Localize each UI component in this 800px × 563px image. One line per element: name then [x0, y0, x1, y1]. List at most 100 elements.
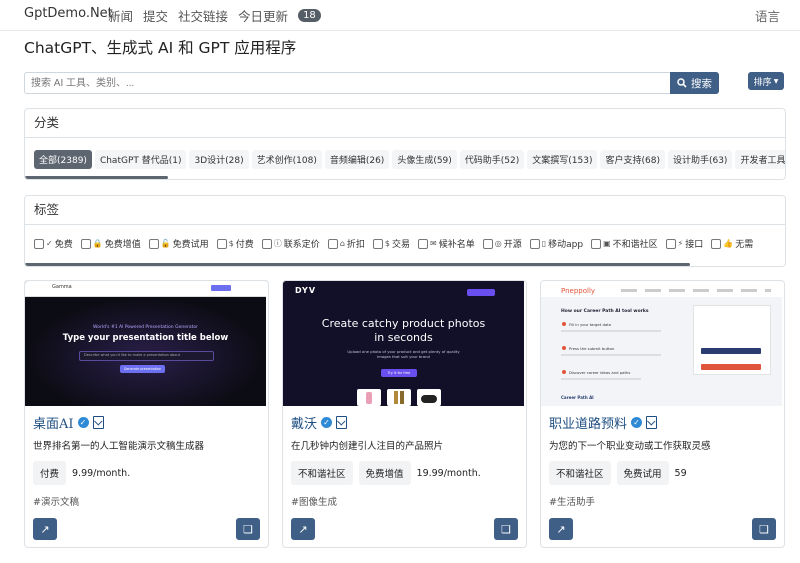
external-link-icon: ↗ [298, 522, 308, 536]
tool-screenshot[interactable]: DYV Create catchy product photos in seco… [283, 281, 524, 406]
nav-social-links[interactable]: 社交链接 [178, 6, 228, 25]
sort-label: 排序 [753, 77, 772, 88]
category-chip[interactable]: ChatGPT 替代品(1) [94, 150, 187, 169]
tool-title[interactable]: 戴沃 [291, 413, 317, 432]
category-chip[interactable]: 代码助手(52) [459, 150, 525, 169]
tag-filter[interactable]: ▣ 不和谐社区 [591, 237, 658, 250]
tag-filter[interactable]: 🔓 免费试用 [148, 237, 209, 250]
language-selector[interactable]: 语言 [755, 6, 780, 25]
tag-checkbox[interactable] [80, 238, 91, 249]
hashtag-link[interactable]: #生活助手 [549, 494, 776, 508]
tag-filter[interactable]: ⓘ 联系定价 [261, 237, 320, 250]
category-chip[interactable]: 开发者工具(117) [735, 150, 785, 169]
bookmark-icon: ❏ [501, 522, 511, 536]
tag-checkbox[interactable] [216, 238, 227, 249]
screenshot-headline-line2: in seconds [374, 331, 433, 344]
pricing-chip[interactable]: 付费 [33, 461, 67, 485]
tag-filter[interactable]: ✉ 候补名单 [418, 237, 475, 250]
category-chip[interactable]: 艺术创作(108) [251, 150, 322, 169]
screenshot-cta: Generate presentation [123, 366, 162, 371]
thumbs-up-icon: 👍 [723, 239, 734, 248]
tag-label: 免费 [54, 240, 73, 250]
tags-heading: 标签 [25, 196, 785, 225]
tag-filter[interactable]: $ 付费 [216, 237, 254, 250]
tag-filter[interactable]: $ 交易 [372, 237, 411, 250]
nav-links: 新闻 提交 社交链接 今日更新 18 [108, 6, 321, 25]
tag-checkbox[interactable] [665, 238, 676, 249]
tool-title[interactable]: 职业道路预料 [549, 413, 627, 432]
dollar-circle-icon: $ [384, 239, 390, 248]
category-chip[interactable]: 客户支持(68) [600, 150, 665, 169]
sort-dropdown[interactable]: 排序 ▼ [748, 72, 784, 90]
tag-filter[interactable]: ▯ 移动app [529, 237, 583, 250]
screenshot-subheadline: Upload one photo of your product and get… [347, 349, 460, 359]
tag-checkbox[interactable] [34, 238, 44, 249]
tag-checkbox[interactable] [261, 238, 272, 249]
nav-news[interactable]: 新闻 [108, 6, 133, 25]
open-link-button[interactable]: ↗ [291, 518, 315, 540]
caret-down-icon: ▼ [773, 77, 779, 85]
category-chip[interactable]: 头像生成(59) [392, 150, 457, 169]
tag-filter[interactable]: 🔒 免费增值 [80, 237, 141, 250]
pricing-chip[interactable]: 免费试用 [616, 461, 669, 485]
bookmark-icon[interactable] [646, 416, 658, 429]
tag-checkbox[interactable] [591, 238, 602, 249]
tag-label: 接口 [685, 240, 704, 250]
open-link-button[interactable]: ↗ [549, 518, 573, 540]
categories-scrollbar[interactable] [25, 176, 168, 179]
hashtag-link[interactable]: #演示文稿 [33, 494, 260, 508]
tag-filter[interactable]: ✓ 免费 [34, 237, 73, 250]
brand-logo[interactable]: GptDemo.Net [24, 6, 113, 21]
screenshot-footer-label: Career Path AI [561, 395, 594, 400]
category-chip[interactable]: 设计助手(63) [667, 150, 733, 169]
tag-checkbox[interactable] [372, 238, 383, 249]
envelope-icon: ✉ [430, 239, 437, 248]
open-link-button[interactable]: ↗ [33, 518, 57, 540]
search-button[interactable]: 搜索 [670, 72, 719, 94]
tag-checkbox[interactable] [482, 238, 493, 249]
save-bookmark-button[interactable]: ❏ [236, 518, 260, 540]
tag-checkbox[interactable] [327, 238, 338, 249]
tag-label: 免费试用 [172, 240, 209, 250]
tag-filter[interactable]: ⌂ 折扣 [327, 237, 365, 250]
tool-title[interactable]: 桌面AI [33, 413, 74, 432]
search-button-label: 搜索 [691, 77, 712, 90]
community-chip[interactable]: 不和谐社区 [549, 461, 611, 485]
tool-card: DYV Create catchy product photos in seco… [282, 280, 527, 548]
community-chip[interactable]: 不和谐社区 [291, 461, 353, 485]
tag-checkbox[interactable] [418, 238, 429, 249]
tag-filter[interactable]: 👍 无需 [711, 237, 753, 250]
price-text: 59 [674, 467, 687, 479]
screenshot-subheadline: World's #1 AI Powered Presentation Gener… [93, 325, 198, 330]
tool-screenshot[interactable]: Gamma World's #1 AI Powered Presentation… [25, 281, 266, 406]
category-chip[interactable]: 3D设计(28) [189, 150, 249, 169]
tag-checkbox[interactable] [711, 238, 722, 249]
tag-filter[interactable]: ◎ 开源 [482, 237, 522, 250]
save-bookmark-button[interactable]: ❏ [752, 518, 776, 540]
tag-label: 候补名单 [438, 240, 475, 250]
tag-label: 交易 [392, 240, 411, 250]
tag-label: 折扣 [346, 240, 365, 250]
bookmark-icon[interactable] [336, 416, 348, 429]
tag-label: 无需 [735, 240, 754, 250]
tool-screenshot[interactable]: Pneppolly How our Career Path AI tool wo… [541, 281, 782, 406]
category-chip[interactable]: 音频编辑(26) [324, 150, 390, 169]
mobile-icon: ▯ [541, 239, 547, 248]
nav-submit[interactable]: 提交 [143, 6, 168, 25]
pricing-chip[interactable]: 免费增值 [358, 461, 411, 485]
category-chip[interactable]: 文案撰写(153) [527, 150, 598, 169]
tags-scrollbar[interactable] [25, 263, 690, 266]
nav-today-updates[interactable]: 今日更新 [238, 6, 288, 25]
save-bookmark-button[interactable]: ❏ [494, 518, 518, 540]
tag-checkbox[interactable] [529, 238, 540, 249]
hashtag-link[interactable]: #图像生成 [291, 494, 518, 508]
bookmark-icon[interactable] [92, 416, 104, 429]
category-chip[interactable]: 全部(2389) [34, 150, 92, 169]
screenshot-logo: Gamma [52, 284, 72, 290]
dollar-icon: $ [228, 239, 234, 248]
tag-checkbox[interactable] [148, 238, 159, 249]
tag-filter[interactable]: ⚡ 接口 [665, 237, 704, 250]
screenshot-headline-line1: Create catchy product photos [321, 317, 486, 330]
screenshot-heading: How our Career Path AI tool works [561, 309, 649, 314]
search-input[interactable] [24, 72, 678, 94]
